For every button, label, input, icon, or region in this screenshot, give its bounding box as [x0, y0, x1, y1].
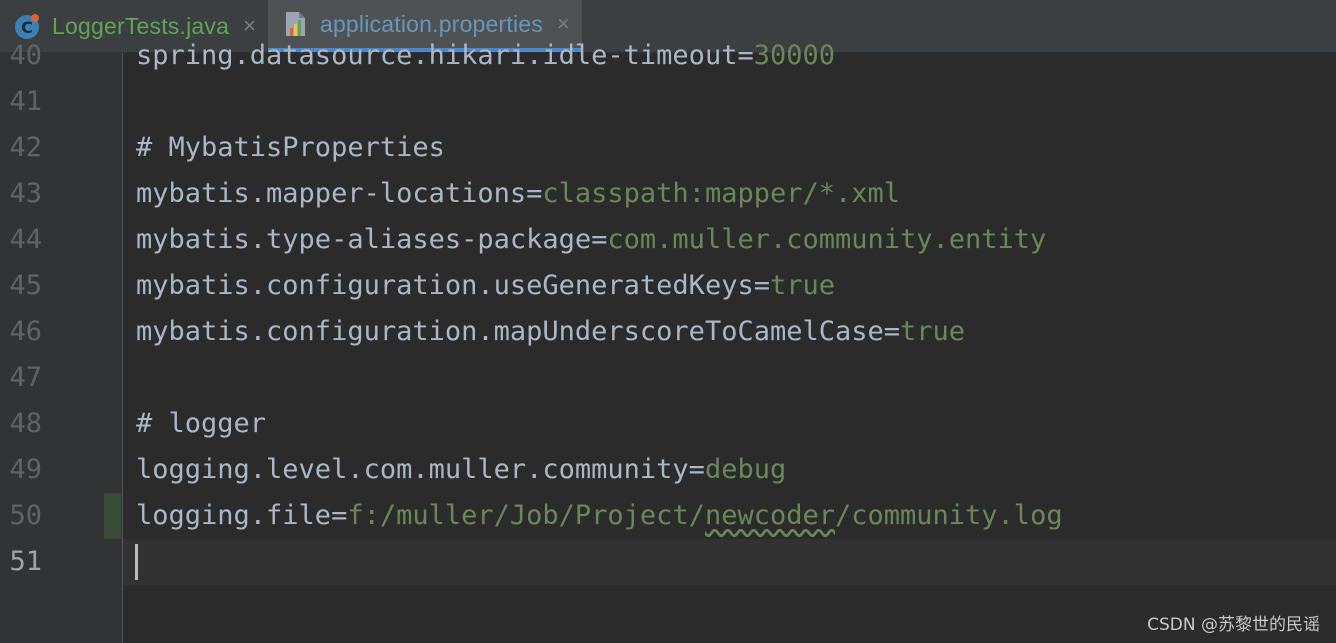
line-content: mybatis.configuration.useGeneratedKeys=t… — [136, 263, 835, 309]
code-editor[interactable]: 40 spring.datasource.hikari.idle-timeout… — [0, 40, 1336, 643]
code-line[interactable]: 41 — [0, 79, 1336, 125]
code-line[interactable]: 50 logging.file=f:/muller/Job/Project/ne… — [0, 493, 1336, 539]
line-number: 42 — [9, 132, 42, 163]
code-line[interactable]: 46 mybatis.configuration.mapUnderscoreTo… — [0, 309, 1336, 355]
property-value: 30000 — [753, 40, 835, 71]
line-number: 45 — [9, 270, 42, 301]
text-caret — [135, 544, 138, 580]
line-content: mybatis.configuration.mapUnderscoreToCam… — [136, 309, 965, 355]
code-line[interactable]: 47 — [0, 355, 1336, 401]
property-key: mybatis.configuration.useGeneratedKeys= — [136, 270, 770, 301]
property-key: mybatis.configuration.mapUnderscoreToCam… — [136, 316, 901, 347]
comment: # logger — [136, 408, 267, 439]
property-value: /community.log — [835, 500, 1063, 531]
code-line[interactable]: 44 mybatis.type-aliases-package=com.mull… — [0, 217, 1336, 263]
property-value: classpath:mapper/*.xml — [542, 178, 901, 209]
line-content: logging.file=f:/muller/Job/Project/newco… — [136, 493, 1063, 539]
code-line[interactable]: 42 # MybatisProperties — [0, 125, 1336, 171]
code-line[interactable]: 51 — [0, 539, 1336, 585]
comment: # MybatisProperties — [136, 132, 445, 163]
line-number: 41 — [9, 86, 42, 117]
watermark: CSDN @苏黎世的民谣 — [1147, 615, 1320, 635]
property-value: com.muller.community.entity — [607, 224, 1047, 255]
property-value: f:/muller/Job/Project/ — [347, 500, 705, 531]
property-key: logging.file= — [136, 500, 348, 531]
property-key: logging.level.com.muller.community= — [136, 454, 705, 485]
code-line[interactable]: 48 # logger — [0, 401, 1336, 447]
line-content: mybatis.mapper-locations=classpath:mappe… — [136, 171, 900, 217]
code-line[interactable]: 43 mybatis.mapper-locations=classpath:ma… — [0, 171, 1336, 217]
close-icon[interactable]: × — [557, 13, 570, 35]
line-number: 46 — [9, 316, 42, 347]
property-key: mybatis.mapper-locations= — [136, 178, 543, 209]
spelling-warning[interactable]: newcoder — [705, 500, 835, 531]
property-key: spring.datasource.hikari.idle-timeout= — [136, 40, 754, 71]
code-line[interactable]: 45 mybatis.configuration.useGeneratedKey… — [0, 263, 1336, 309]
line-number: 50 — [9, 500, 42, 531]
property-value: true — [900, 316, 966, 347]
line-content: mybatis.type-aliases-package=com.muller.… — [136, 217, 1046, 263]
line-number: 51 — [9, 546, 42, 577]
property-value: true — [769, 270, 835, 301]
code-line[interactable]: 49 logging.level.com.muller.community=de… — [0, 447, 1336, 493]
code-line[interactable]: 40 spring.datasource.hikari.idle-timeout… — [0, 33, 1336, 79]
line-number: 44 — [9, 224, 42, 255]
line-number: 49 — [9, 454, 42, 485]
line-content: spring.datasource.hikari.idle-timeout=30… — [136, 33, 835, 79]
line-content: logging.level.com.muller.community=debug — [136, 447, 786, 493]
line-number: 48 — [9, 408, 42, 439]
property-key: mybatis.type-aliases-package= — [136, 224, 608, 255]
line-number: 43 — [9, 178, 42, 209]
property-value: debug — [704, 454, 787, 485]
ide-window: C LoggerTests.java × application.propert… — [0, 0, 1336, 643]
line-number: 40 — [9, 40, 42, 71]
line-number: 47 — [9, 362, 42, 393]
